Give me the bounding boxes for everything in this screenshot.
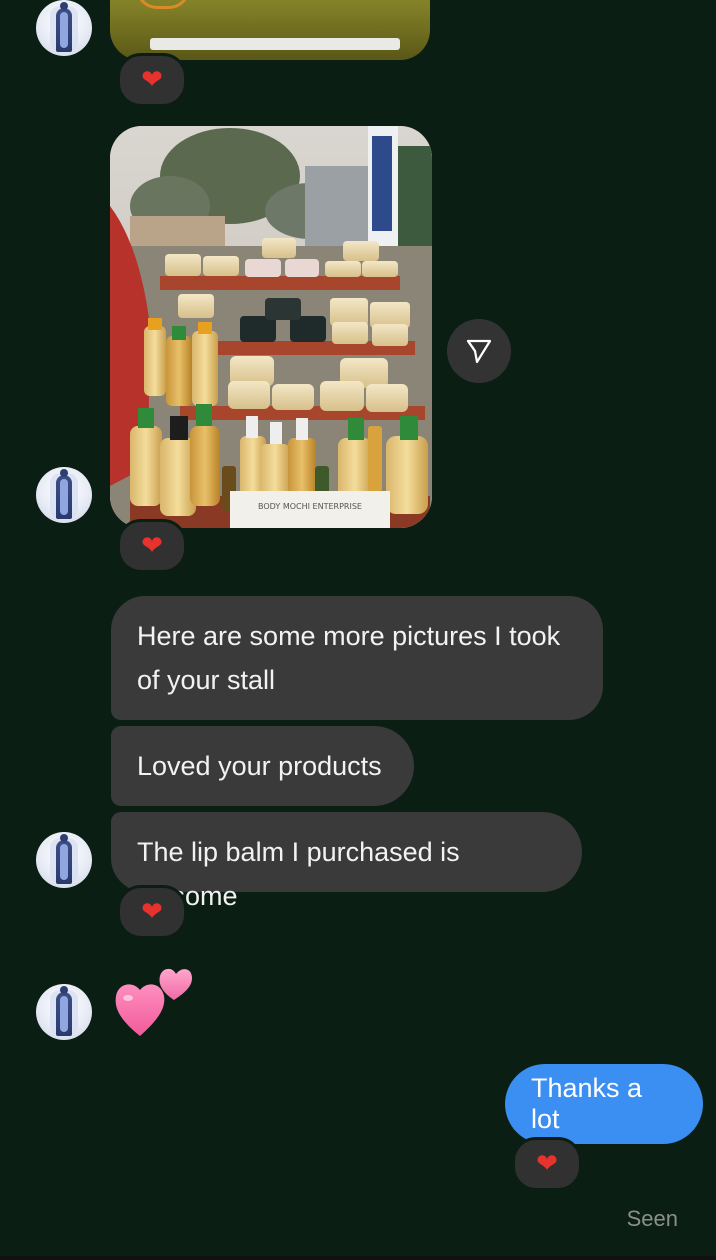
message-reaction[interactable]: ❤ xyxy=(512,1137,582,1191)
heart-icon: ❤ xyxy=(141,897,163,927)
previous-photo-message[interactable] xyxy=(110,0,430,60)
avatar-figure-detail xyxy=(60,844,68,880)
message-reaction[interactable]: ❤ xyxy=(117,519,187,573)
two-hearts-emoji-icon[interactable] xyxy=(112,960,196,1040)
heart-icon: ❤ xyxy=(141,65,163,95)
avatar-figure-detail xyxy=(60,12,68,48)
message-bubble-incoming[interactable]: Loved your products xyxy=(111,726,414,806)
sender-avatar[interactable] xyxy=(36,832,92,888)
sender-avatar[interactable] xyxy=(36,467,92,523)
message-text: Here are some more pictures I took of yo… xyxy=(137,621,561,695)
share-icon xyxy=(466,339,492,364)
message-text: Loved your products xyxy=(137,751,382,781)
share-button[interactable] xyxy=(447,319,511,383)
message-reaction[interactable]: ❤ xyxy=(117,53,187,107)
photo-sign-text: BODY MOCHI ENTERPRISE xyxy=(258,502,362,511)
message-reaction[interactable]: ❤ xyxy=(117,885,187,939)
message-text: Thanks a lot xyxy=(531,1073,643,1134)
two-hearts-emoji-graphic xyxy=(115,968,192,1036)
heart-icon: ❤ xyxy=(141,531,163,561)
message-bubble-outgoing[interactable]: Thanks a lot xyxy=(505,1064,703,1144)
sender-avatar[interactable] xyxy=(36,0,92,56)
avatar-figure-detail xyxy=(60,479,68,515)
message-bubble-incoming[interactable]: The lip balm I purchased is awsome xyxy=(111,812,582,911)
message-bubble-incoming[interactable]: Here are some more pictures I took of yo… xyxy=(111,596,603,720)
heart-icon: ❤ xyxy=(536,1149,558,1179)
stall-photo-message[interactable]: BODY MOCHI ENTERPRISE xyxy=(110,126,432,528)
bottom-divider xyxy=(0,1256,716,1260)
sender-avatar[interactable] xyxy=(36,984,92,1040)
avatar-figure-detail xyxy=(60,996,68,1032)
seen-status: Seen xyxy=(626,1206,678,1231)
stall-photo: BODY MOCHI ENTERPRISE xyxy=(110,126,432,528)
chat-screen: ❤ BODY MOCHI ENTERPRISE ❤ Here are some … xyxy=(0,0,716,1260)
